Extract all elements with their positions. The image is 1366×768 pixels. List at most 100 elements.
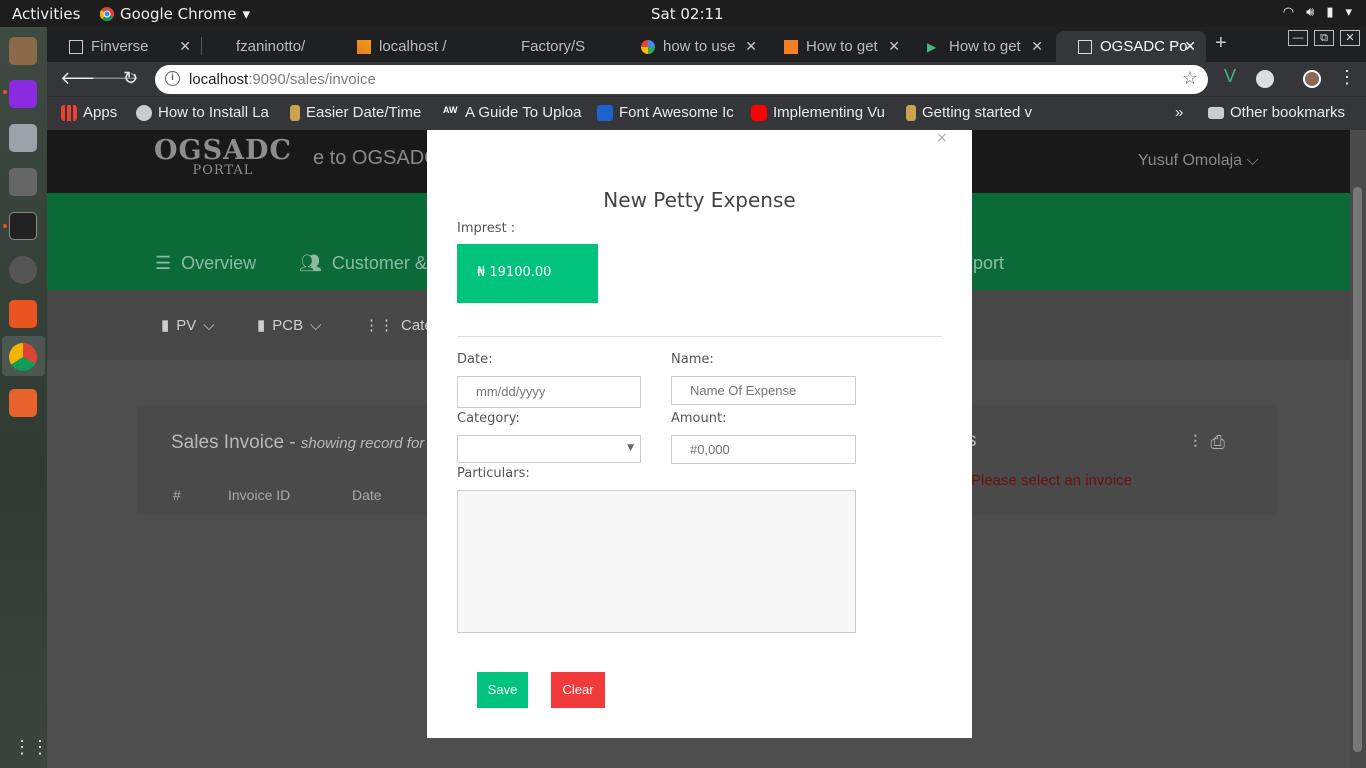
os-top-bar: Activities Google Chrome ▾ Sat 02:11 ◠ 🔊…: [0, 0, 1366, 27]
menu-icon[interactable]: ⋮: [1338, 67, 1356, 88]
site-icon: [290, 104, 300, 121]
address-bar[interactable]: i localhost:9090/sales/invoice ☆: [155, 65, 1208, 94]
tab-how-to-use[interactable]: how to use ✕: [619, 31, 767, 62]
volume-icon: 🔊︎: [1306, 5, 1315, 20]
filter-icon[interactable]: ⫶: [1193, 432, 1198, 452]
bookmark-apps[interactable]: Apps: [61, 104, 117, 121]
category-label: Category:: [457, 411, 520, 426]
nav-report[interactable]: port: [973, 253, 1004, 274]
wifi-icon: ◠: [1282, 5, 1295, 20]
chrome-dock-icon[interactable]: [9, 343, 37, 371]
minimize-button[interactable]: —: [1288, 30, 1308, 46]
tab-localhost[interactable]: localhost /: [335, 31, 480, 62]
tab-how-to-get-2[interactable]: ▶ How to get ✕: [905, 31, 1053, 62]
terminal-icon[interactable]: [9, 212, 37, 240]
updater-icon[interactable]: [9, 256, 37, 284]
category-select[interactable]: ▼: [457, 435, 641, 463]
subnav-pcb[interactable]: ▮ PCB ⌵: [257, 316, 321, 335]
bookmarks-overflow[interactable]: »: [1175, 104, 1183, 121]
video-icon[interactable]: [9, 168, 37, 196]
chevron-down-icon: ⌵: [1246, 152, 1259, 169]
date-field[interactable]: mm/dd/yyyy: [457, 376, 641, 408]
bookmark-5[interactable]: Implementing Vu: [751, 104, 891, 121]
software-center-icon[interactable]: [9, 300, 37, 328]
star-icon[interactable]: ☆: [1182, 68, 1198, 89]
chrome-icon: [100, 7, 114, 21]
particulars-textarea[interactable]: [457, 490, 856, 633]
flag-icon: [597, 104, 613, 121]
folder-icon: [1208, 106, 1224, 119]
info-icon[interactable]: i: [165, 71, 180, 86]
app-name: Google Chrome: [120, 5, 237, 23]
name-field[interactable]: [671, 376, 856, 405]
maximize-button[interactable]: ⧉: [1314, 30, 1334, 46]
installer-icon[interactable]: [9, 124, 37, 152]
site-icon: AW: [443, 104, 458, 115]
activities-button[interactable]: Activities: [12, 5, 80, 23]
toolbar: 🡐 🡒 ↻ i localhost:9090/sales/invoice ☆ V…: [47, 62, 1366, 96]
bookmark-4[interactable]: Font Awesome Ic: [597, 104, 737, 121]
archive-icon[interactable]: [9, 389, 37, 417]
users-icon: 👥︎: [299, 253, 322, 273]
amount-label: Amount:: [671, 411, 727, 426]
nav-customer[interactable]: 👥︎ Customer &: [299, 253, 427, 274]
files-icon[interactable]: [9, 37, 37, 65]
subnav-pv[interactable]: ▮ PV ⌵: [161, 316, 215, 335]
grid-icon: ⋮⋮: [364, 317, 394, 334]
bookmark-2[interactable]: Easier Date/Time: [290, 104, 430, 121]
bookmark-3[interactable]: AW A Guide To Uploa: [443, 104, 583, 121]
divider: [457, 336, 942, 337]
logo: OGSADC PORTAL: [154, 135, 292, 178]
card-title: Sales Invoice - showing record for: [171, 432, 442, 454]
clear-button[interactable]: Clear: [551, 672, 605, 708]
vue-devtools-icon[interactable]: V: [1224, 66, 1242, 86]
tab-strip: Finverse ✕ fzaninotto/ localhost / Factor…: [47, 27, 1366, 62]
imprest-value: ₦ 19100.00: [457, 244, 598, 303]
welcome-text: e to OGSADC: [313, 147, 439, 169]
amount-field[interactable]: [671, 435, 856, 464]
site-icon: [906, 104, 916, 121]
tab-fzaninotto[interactable]: fzaninotto/: [192, 31, 337, 62]
user-menu[interactable]: Yusuf Omolaja ⌵: [1138, 152, 1259, 170]
close-icon[interactable]: ✕: [1184, 38, 1196, 55]
close-icon[interactable]: ✕: [1031, 38, 1043, 55]
browser-window: Finverse ✕ fzaninotto/ localhost / Factor…: [47, 27, 1366, 130]
book-icon: ▮: [257, 317, 266, 334]
stackoverflow-icon: [784, 40, 798, 54]
new-tab-button[interactable]: +: [1215, 32, 1227, 55]
col-hash: #: [173, 487, 181, 503]
nav-overview[interactable]: ☰ Overview: [155, 253, 256, 274]
chevron-down-icon: ▾: [1345, 5, 1352, 20]
youtube-icon: [751, 104, 767, 121]
bookmarks-bar: Apps How to Install La Easier Date/Time …: [47, 96, 1366, 130]
app-menu[interactable]: Google Chrome ▾: [100, 5, 250, 23]
imprest-label: Imprest :: [457, 221, 516, 236]
phpstorm-icon[interactable]: [9, 80, 37, 108]
avatar[interactable]: [1303, 70, 1321, 88]
page-icon: [1078, 40, 1092, 54]
close-icon[interactable]: ✕: [179, 38, 191, 55]
reload-button[interactable]: ↻: [123, 68, 138, 89]
col-invoice-id: Invoice ID: [228, 487, 291, 503]
page-icon: [69, 40, 83, 54]
bookmark-1[interactable]: How to Install La: [136, 104, 279, 121]
tab-how-to-get-1[interactable]: How to get ✕: [762, 31, 910, 62]
print-icon[interactable]: ⎙: [1211, 432, 1225, 452]
tab-factory[interactable]: Factory/S: [477, 31, 622, 62]
close-window-button[interactable]: ✕: [1340, 30, 1360, 46]
extension-icon[interactable]: [1256, 70, 1274, 88]
scrollbar-thumb[interactable]: [1353, 187, 1362, 752]
save-button[interactable]: Save: [477, 672, 528, 708]
close-icon[interactable]: ×: [936, 130, 948, 146]
clock[interactable]: Sat 02:11: [651, 5, 724, 23]
tab-finverse[interactable]: Finverse ✕: [47, 31, 201, 62]
url-text[interactable]: localhost:9090/sales/invoice: [189, 71, 376, 88]
close-icon[interactable]: ✕: [888, 38, 900, 55]
particulars-label: Particulars:: [457, 466, 530, 481]
system-tray[interactable]: ◠ 🔊︎ ▮ ▾: [1283, 5, 1352, 20]
tab-ogsadc[interactable]: OGSADC Po ✕: [1056, 31, 1206, 62]
close-icon[interactable]: ✕: [745, 38, 757, 55]
bookmark-6[interactable]: Getting started v: [906, 104, 1046, 121]
other-bookmarks[interactable]: Other bookmarks: [1208, 104, 1345, 121]
petty-expense-modal: × New Petty Expense Imprest : ₦ 19100.00…: [427, 130, 972, 738]
